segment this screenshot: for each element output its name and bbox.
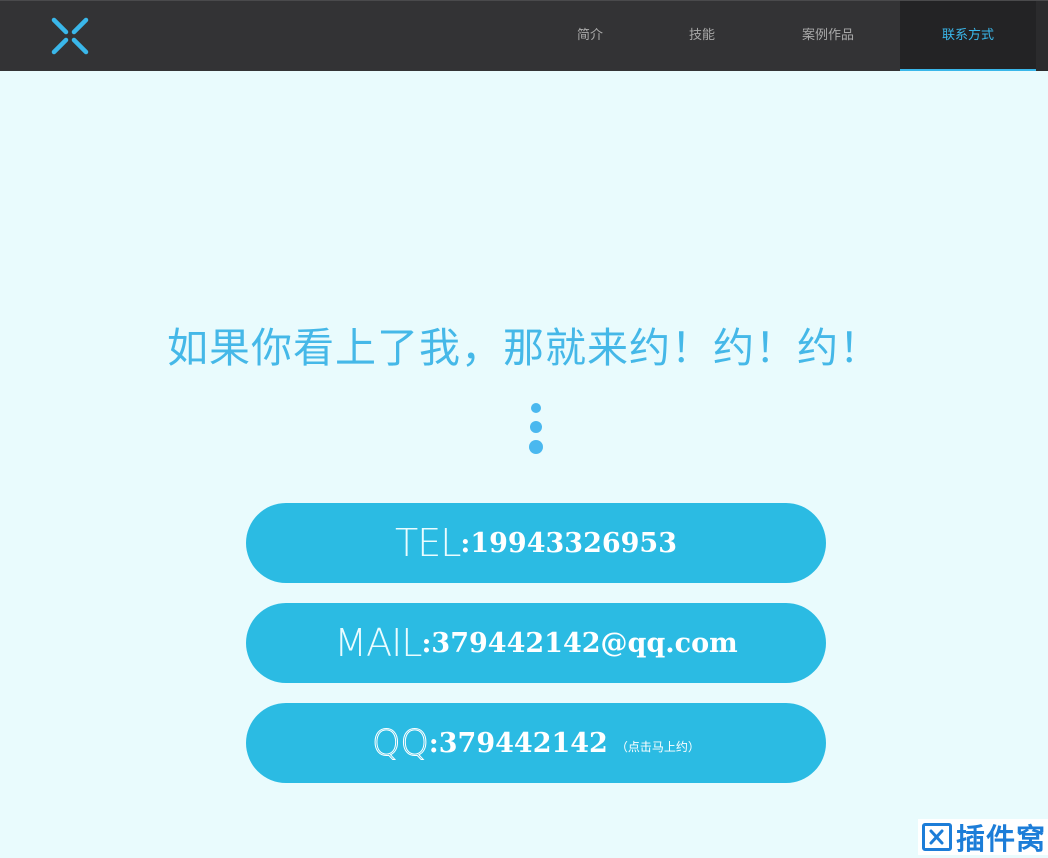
watermark-text: 插件窝 bbox=[955, 822, 1046, 856]
decor-dot bbox=[531, 403, 541, 413]
mail-label: MAIL bbox=[334, 621, 422, 665]
plugin-nest-logo-icon bbox=[921, 823, 952, 851]
decor-dot bbox=[530, 421, 542, 433]
tel-value: :19943326953 bbox=[460, 527, 678, 559]
nav-item-skills[interactable]: 技能 bbox=[658, 1, 746, 71]
contact-headline: 如果你看上了我，那就来约！约！约！ bbox=[167, 324, 881, 372]
mail-value: :379442142@qq.com bbox=[421, 627, 738, 659]
watermark: 插件窝 bbox=[917, 819, 1048, 856]
mail-button[interactable]: MAIL :379442142@qq.com bbox=[246, 603, 826, 683]
nav-edge bbox=[1036, 1, 1048, 71]
nav-item-contact[interactable]: 联系方式 bbox=[900, 1, 1036, 71]
qq-label: QQ bbox=[372, 722, 430, 764]
nav-item-portfolio[interactable]: 案例作品 bbox=[783, 1, 873, 71]
tel-label: TEL bbox=[394, 521, 461, 565]
x-logo-icon[interactable] bbox=[50, 16, 90, 56]
qq-value: :379442142 bbox=[428, 727, 608, 759]
top-navbar: 简介 技能 案例作品 联系方式 bbox=[0, 0, 1048, 71]
qq-button[interactable]: QQ :379442142 （点击马上约） bbox=[246, 703, 826, 783]
nav-item-intro[interactable]: 简介 bbox=[546, 1, 634, 71]
tel-button[interactable]: TEL :19943326953 bbox=[246, 503, 826, 583]
decor-dot bbox=[529, 440, 543, 454]
qq-note: （点击马上约） bbox=[615, 739, 700, 754]
